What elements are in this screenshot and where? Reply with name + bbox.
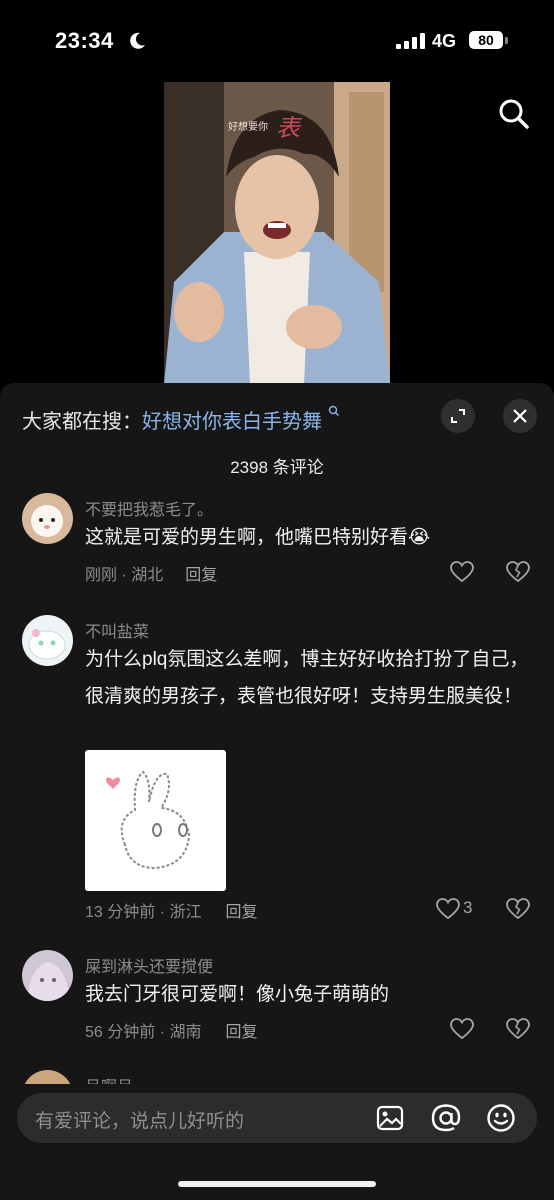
like-count: 3 (463, 898, 473, 917)
avatar[interactable] (22, 1070, 73, 1084)
broken-heart-icon[interactable] (506, 898, 530, 920)
comment-time-location: 刚刚 · 湖北 (85, 567, 164, 584)
close-icon (513, 409, 527, 423)
comment-text: 为什么plq氛围这么差啊，博主好好收拾打扮了自己，很清爽的男孩子，表管也很好呀！… (85, 649, 529, 707)
reply-button[interactable]: 回复 (225, 904, 257, 921)
broken-heart-icon[interactable] (506, 1018, 530, 1040)
avatar[interactable] (22, 493, 73, 544)
search-mini-icon (328, 405, 339, 416)
comment-username[interactable]: 不要把我惹毛了。 (85, 496, 213, 520)
trending-keyword[interactable]: 好想对你表白手势舞 (142, 411, 322, 433)
broken-heart-icon[interactable] (506, 561, 530, 583)
battery-cap (505, 37, 508, 44)
status-bar: 23:34 4G 80 (0, 0, 554, 80)
avatar[interactable] (22, 615, 73, 666)
expand-button[interactable] (441, 399, 475, 433)
search-icon[interactable] (496, 96, 532, 132)
reply-button[interactable]: 回复 (185, 567, 217, 584)
comment-image[interactable] (85, 750, 226, 891)
comment-sheet: 大家都在搜：好想对你表白手势舞 2398 条评论 不要把我惹毛了。 这就是可爱的… (0, 383, 554, 1200)
comment-count: 2398 条评论 (230, 458, 324, 477)
trending-prefix: 大家都在搜： (22, 411, 142, 433)
comment-text: 我去门牙很可爱啊！像小兔子萌萌的 (85, 984, 390, 1005)
comment-meta: 56 分钟前 · 湖南 回复 (85, 1018, 257, 1042)
moon-icon (130, 32, 145, 49)
comment-item-partial: 吕啊吕 (0, 1070, 554, 1084)
battery-level: 80 (469, 31, 503, 49)
network-type: 4G (432, 31, 457, 51)
comment-meta: 13 分钟前 · 浙江 回复 (85, 898, 257, 922)
bunny-sticker (106, 770, 191, 870)
home-indicator[interactable] (178, 1181, 376, 1187)
heart-icon[interactable] (450, 1018, 474, 1040)
avatar-image (22, 493, 73, 544)
video-player[interactable]: 好想要你 表 (164, 82, 390, 384)
avatar[interactable] (22, 950, 73, 1001)
comment-time-location: 13 分钟前 · 浙江 (85, 904, 202, 921)
comment-time-location: 56 分钟前 · 湖南 (85, 1024, 202, 1041)
expand-icon (451, 409, 465, 423)
reply-button[interactable]: 回复 (225, 1024, 257, 1041)
comment-meta: 刚刚 · 湖北 回复 (85, 561, 217, 585)
avatar-image (22, 950, 73, 1001)
comment-username[interactable]: 不叫盐菜 (85, 618, 149, 642)
image-icon[interactable] (376, 1105, 404, 1131)
comment-username[interactable]: 屎到淋头还要搅便 (85, 953, 213, 977)
clock: 23:34 (55, 28, 114, 53)
at-icon[interactable] (430, 1103, 462, 1133)
emoji-icon[interactable] (486, 1103, 516, 1133)
heart-icon[interactable] (436, 898, 460, 920)
comment-input-bar[interactable]: 有爱评论，说点儿好听的 (17, 1093, 537, 1143)
comment-input-placeholder[interactable]: 有爱评论，说点儿好听的 (35, 1106, 244, 1133)
close-button[interactable] (503, 399, 537, 433)
heart-icon[interactable] (450, 561, 474, 583)
trending-search[interactable]: 大家都在搜：好想对你表白手势舞 (22, 405, 340, 434)
video-caption-small: 好想要你 (228, 122, 268, 133)
video-caption-large: 表 (276, 114, 300, 142)
signal-icon (396, 33, 425, 49)
avatar-image (22, 615, 73, 666)
comment-text: 这就是可爱的男生啊，他嘴巴特别好看😭 (85, 527, 431, 548)
comment-username[interactable]: 吕啊吕 (85, 1073, 133, 1084)
